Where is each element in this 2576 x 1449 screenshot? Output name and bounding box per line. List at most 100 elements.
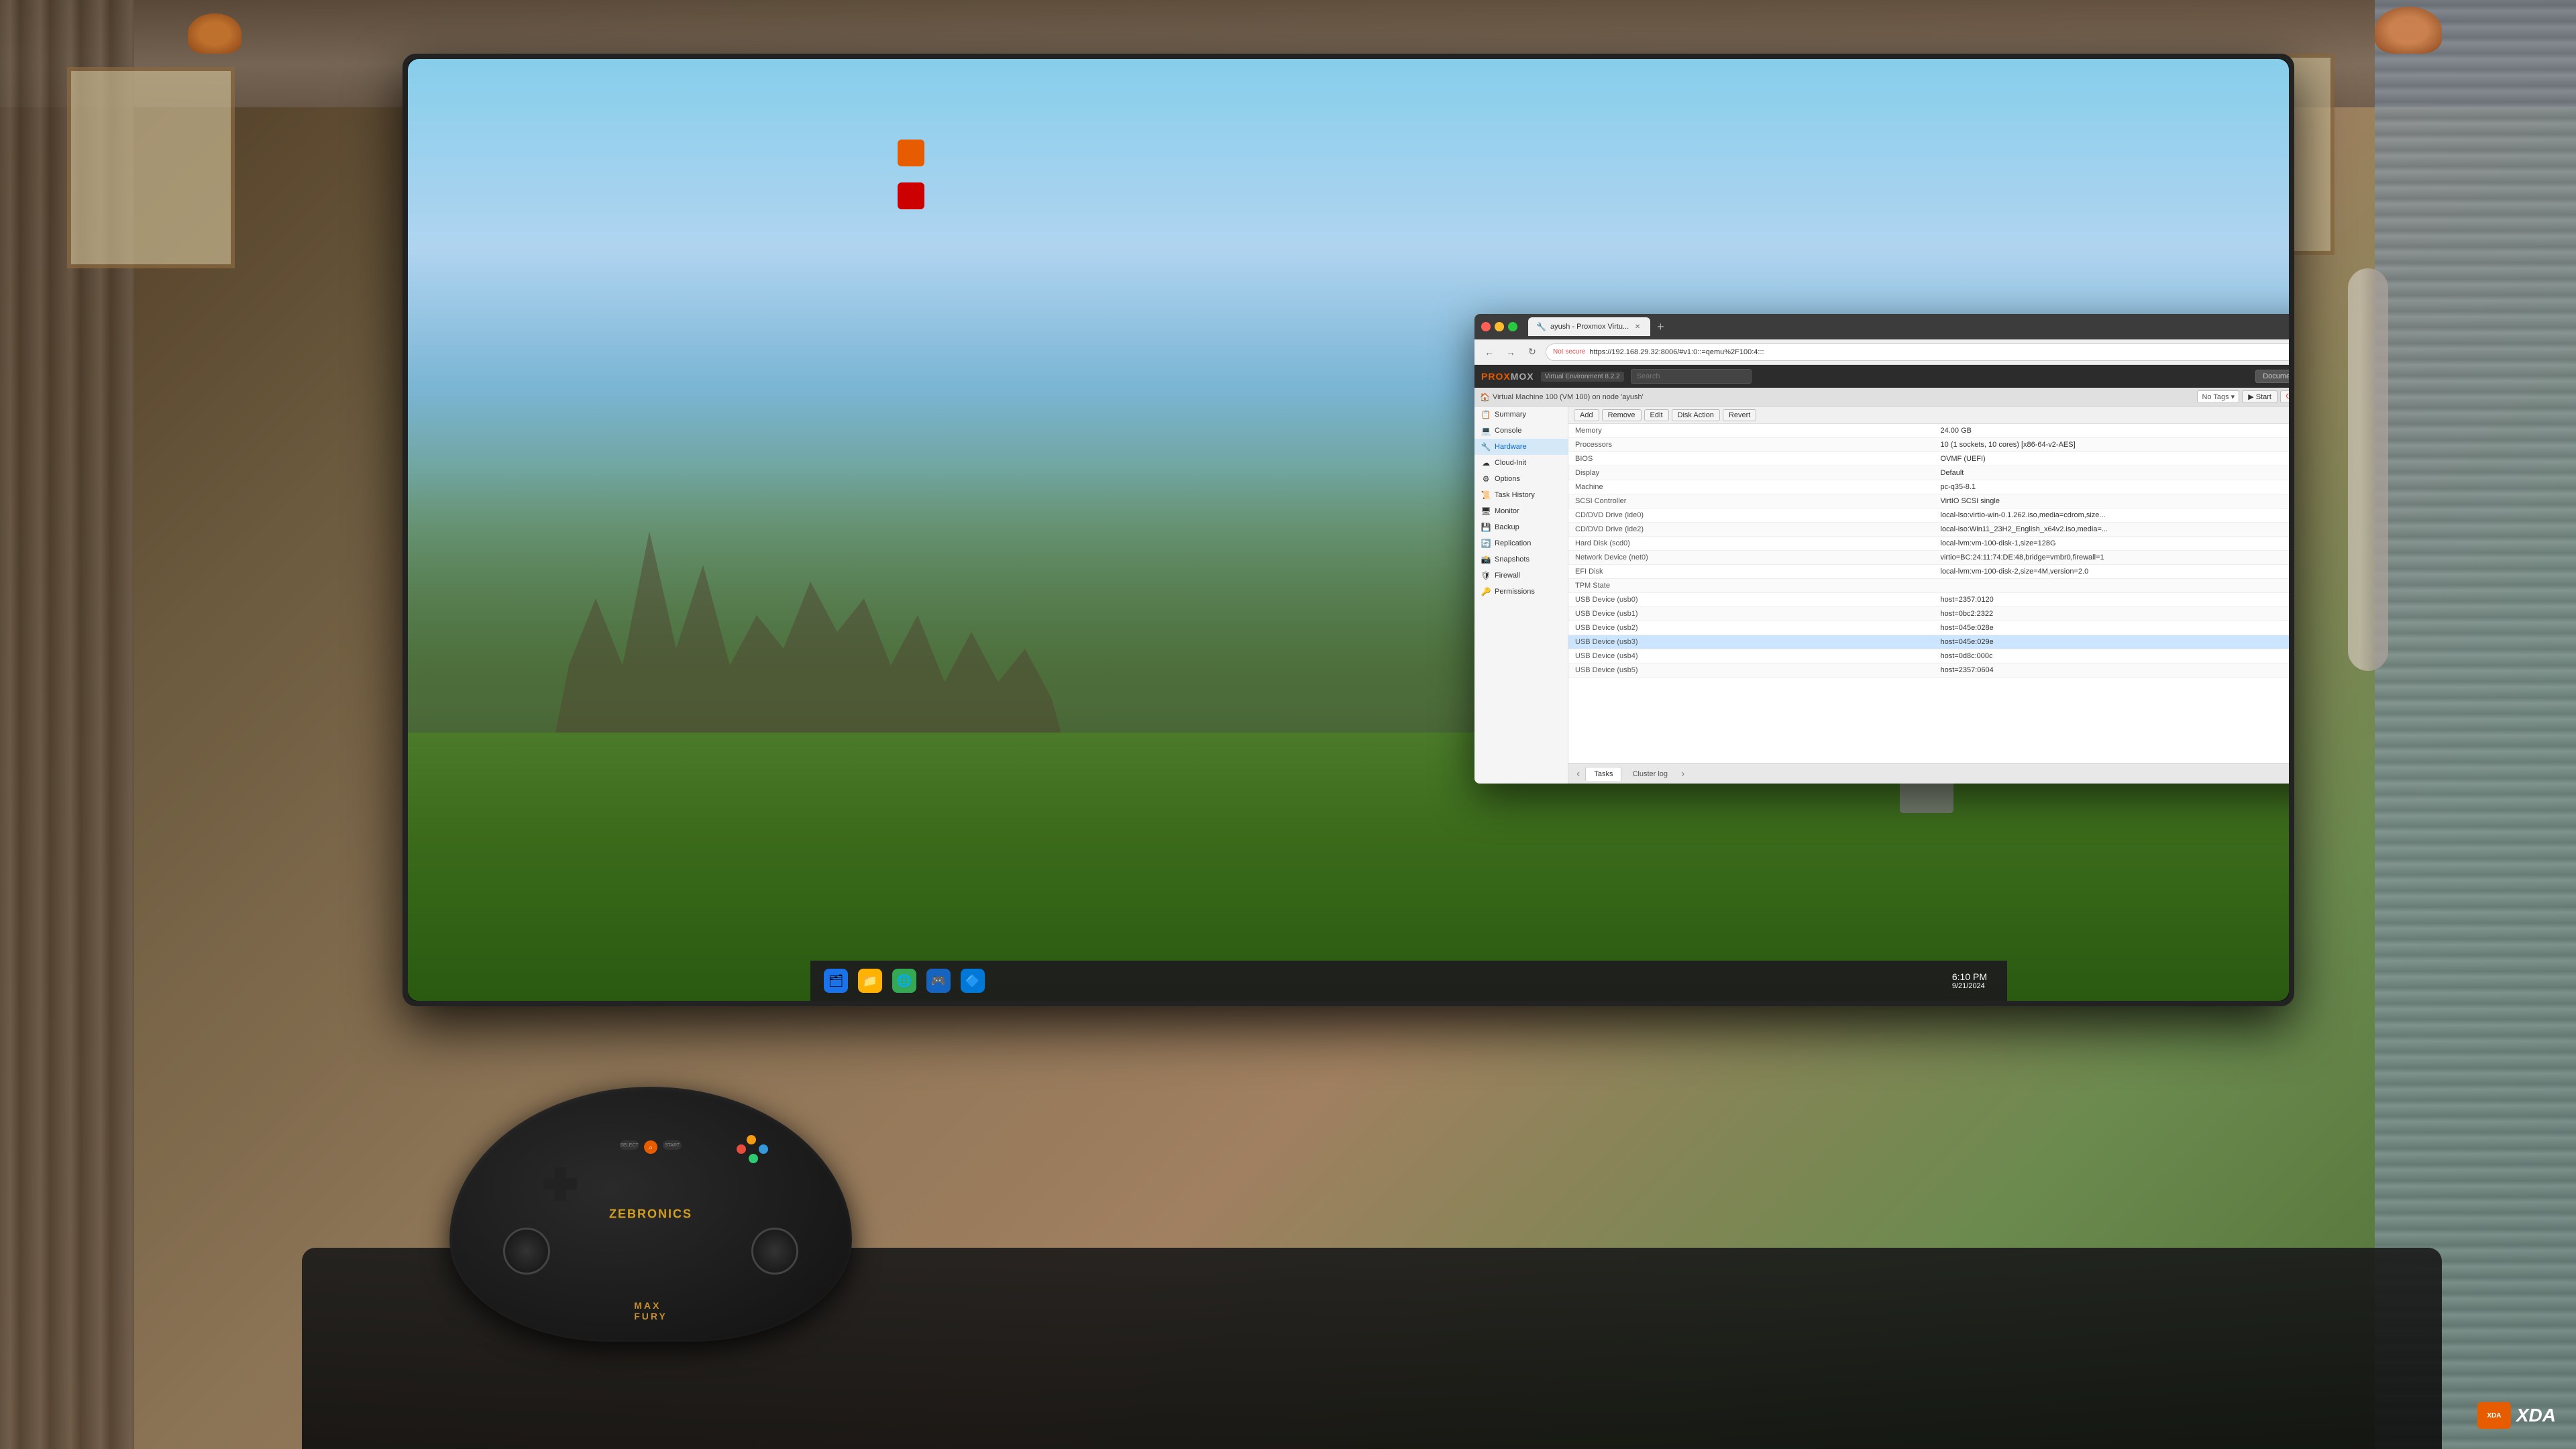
hw-device-cell: Processors: [1568, 438, 1934, 452]
controller-model: MAX FURY: [634, 1300, 667, 1322]
scroll-left-btn[interactable]: ‹: [1574, 768, 1582, 780]
table-row[interactable]: SCSI ControllerVirtIO SCSI single: [1568, 494, 2289, 508]
sidebar-item-monitor[interactable]: 🖥 Monitor: [1474, 503, 1568, 519]
joystick-right[interactable]: [751, 1228, 798, 1275]
button-b[interactable]: [737, 1144, 746, 1154]
monitor-frame: 🔧 ayush - Proxmox Virtu... ✕ + ← → ↻ Not…: [402, 54, 2294, 1006]
browser-window: 🔧 ayush - Proxmox Virtu... ✕ + ← → ↻ Not…: [1474, 314, 2289, 784]
table-row[interactable]: USB Device (usb5)host=2357:0604: [1568, 663, 2289, 678]
table-row[interactable]: EFI Disklocal-lvm:vm-100-disk-2,size=4M,…: [1568, 565, 2289, 579]
sidebar-item-cloud-init[interactable]: ☁ Cloud-Init: [1474, 455, 1568, 471]
sidebar-label-summary: Summary: [1495, 411, 1526, 419]
taskbar-icon-2[interactable]: 📁: [858, 969, 882, 993]
sidebar-item-console[interactable]: 💻 Console: [1474, 423, 1568, 439]
hw-device-cell: USB Device (usb2): [1568, 621, 1934, 635]
sidebar-item-permissions[interactable]: 🔑 Permissions: [1474, 584, 1568, 600]
joystick-left[interactable]: [503, 1228, 550, 1275]
desktop-icon-2[interactable]: [810, 182, 1012, 212]
hw-detail-table: Memory24.00 GBProcessors10 (1 sockets, 1…: [1568, 424, 2289, 678]
not-secure-label: Not secure: [1553, 348, 1585, 356]
table-row[interactable]: Processors10 (1 sockets, 10 cores) [x86-…: [1568, 438, 2289, 452]
edit-button[interactable]: Edit: [1644, 409, 1669, 421]
sidebar-item-snapshots[interactable]: 📸 Snapshots: [1474, 551, 1568, 568]
button-a[interactable]: [749, 1154, 758, 1163]
table-row[interactable]: BIOSOVMF (UEFI): [1568, 452, 2289, 466]
hw-device-cell: CD/DVD Drive (ide0): [1568, 508, 1934, 523]
table-row[interactable]: Machinepc-q35-8.1: [1568, 480, 2289, 494]
taskbar-time: 6:10 PM 9/21/2024: [1952, 971, 1987, 990]
disk-action-button[interactable]: Disk Action: [1672, 409, 1720, 421]
cluster-log-tab[interactable]: Cluster log: [1624, 767, 1676, 781]
sidebar-item-backup[interactable]: 💾 Backup: [1474, 519, 1568, 535]
button-y[interactable]: [747, 1135, 756, 1144]
table-row[interactable]: USB Device (usb2)host=045e:028e: [1568, 621, 2289, 635]
hw-device-cell: USB Device (usb5): [1568, 663, 1934, 678]
options-icon: ⚙: [1481, 474, 1491, 484]
hw-value-cell: OVMF (UEFI): [1934, 452, 2290, 466]
table-row[interactable]: USB Device (usb3)host=045e:029e: [1568, 635, 2289, 649]
table-row[interactable]: Hard Disk (scd0)local-lvm:vm-100-disk-1,…: [1568, 537, 2289, 551]
documentation-button[interactable]: Documentation: [2255, 370, 2289, 383]
controller-area: ZEBRONICS MAX FURY SELECT ⌂ START: [416, 1046, 885, 1382]
browser-minimize-btn[interactable]: [1495, 322, 1504, 331]
start-button-ctrl[interactable]: START: [663, 1140, 682, 1150]
table-row[interactable]: USB Device (usb0)host=2357:0120: [1568, 593, 2289, 607]
revert-button[interactable]: Revert: [1723, 409, 1756, 421]
hw-value-cell: host=0bc2:2322: [1934, 607, 2290, 621]
tab-close-btn[interactable]: ✕: [1633, 322, 1642, 331]
hw-value-cell: virtio=BC:24:11:74:DE:48,bridge=vmbr0,fi…: [1934, 551, 2290, 565]
hw-device-cell: Network Device (net0): [1568, 551, 1934, 565]
shutdown-button[interactable]: ⏻ Shutdown: [2280, 390, 2289, 403]
button-x[interactable]: [759, 1144, 768, 1154]
table-row[interactable]: USB Device (usb1)host=0bc2:2322: [1568, 607, 2289, 621]
back-btn[interactable]: ←: [1481, 344, 1497, 360]
proxmox-search-input[interactable]: [1631, 369, 1752, 384]
home-button[interactable]: ⌂: [644, 1140, 657, 1154]
tasks-tab[interactable]: Tasks: [1585, 767, 1621, 781]
select-button[interactable]: SELECT: [620, 1140, 639, 1150]
taskbar-icon-4[interactable]: 🎮: [926, 969, 951, 993]
sidebar-item-summary[interactable]: 📋 Summary: [1474, 407, 1568, 423]
hw-device-cell: USB Device (usb0): [1568, 593, 1934, 607]
desktop-icon-1[interactable]: [810, 140, 1012, 169]
remove-button[interactable]: Remove: [1602, 409, 1642, 421]
hw-value-cell: 10 (1 sockets, 10 cores) [x86-64-v2-AES]: [1934, 438, 2290, 452]
add-button[interactable]: Add: [1574, 409, 1599, 421]
taskbar-icon-3[interactable]: 🌐: [892, 969, 916, 993]
forward-btn[interactable]: →: [1503, 344, 1519, 360]
table-row[interactable]: CD/DVD Drive (ide0)local-lso:virtio-win-…: [1568, 508, 2289, 523]
refresh-btn[interactable]: ↻: [1524, 344, 1540, 360]
sidebar-item-replication[interactable]: 🔄 Replication: [1474, 535, 1568, 551]
sidebar-item-firewall[interactable]: 🛡 Firewall: [1474, 568, 1568, 584]
table-row[interactable]: Memory24.00 GB: [1568, 424, 2289, 438]
sidebar-item-hardware[interactable]: 🔧 Hardware: [1474, 439, 1568, 455]
browser-close-btn[interactable]: [1481, 322, 1491, 331]
hardware-table: Memory24.00 GBProcessors10 (1 sockets, 1…: [1568, 424, 2289, 763]
taskbar-icon-1[interactable]: 🗂: [824, 969, 848, 993]
address-bar[interactable]: Not secure https://192.168.29.32:8006/#v…: [1546, 343, 2289, 361]
no-tags-dropdown[interactable]: No Tags ▾: [2197, 390, 2239, 403]
sidebar-label-backup: Backup: [1495, 523, 1519, 531]
hw-value-cell: Default: [1934, 466, 2290, 480]
hw-device-cell: Display: [1568, 466, 1934, 480]
sidebar-label-snapshots: Snapshots: [1495, 555, 1529, 564]
table-row[interactable]: DisplayDefault: [1568, 466, 2289, 480]
table-row[interactable]: USB Device (usb4)host=0d8c:000c: [1568, 649, 2289, 663]
tab-title: ayush - Proxmox Virtu...: [1550, 323, 1629, 331]
start-button[interactable]: ▶ Start: [2242, 390, 2277, 403]
sidebar-item-task-history[interactable]: 📜 Task History: [1474, 487, 1568, 503]
table-row[interactable]: Network Device (net0)virtio=BC:24:11:74:…: [1568, 551, 2289, 565]
sidebar-label-task-history: Task History: [1495, 491, 1535, 499]
browser-maximize-btn[interactable]: [1508, 322, 1517, 331]
hw-value-cell: host=2357:0604: [1934, 663, 2290, 678]
proxmox-toolbar: 🏠 Virtual Machine 100 (VM 100) on node '…: [1474, 388, 2289, 407]
table-row[interactable]: CD/DVD Drive (ide2)local-iso:Win11_23H2_…: [1568, 523, 2289, 537]
scroll-right-btn[interactable]: ›: [1678, 768, 1687, 780]
sidebar-item-options[interactable]: ⚙ Options: [1474, 471, 1568, 487]
d-pad[interactable]: [543, 1167, 577, 1201]
sidebar-label-options: Options: [1495, 475, 1520, 483]
new-tab-btn[interactable]: +: [1657, 320, 1664, 334]
taskbar-icon-5[interactable]: 🔷: [961, 969, 985, 993]
browser-active-tab[interactable]: 🔧 ayush - Proxmox Virtu... ✕: [1528, 317, 1650, 336]
table-row[interactable]: TPM State: [1568, 579, 2289, 593]
